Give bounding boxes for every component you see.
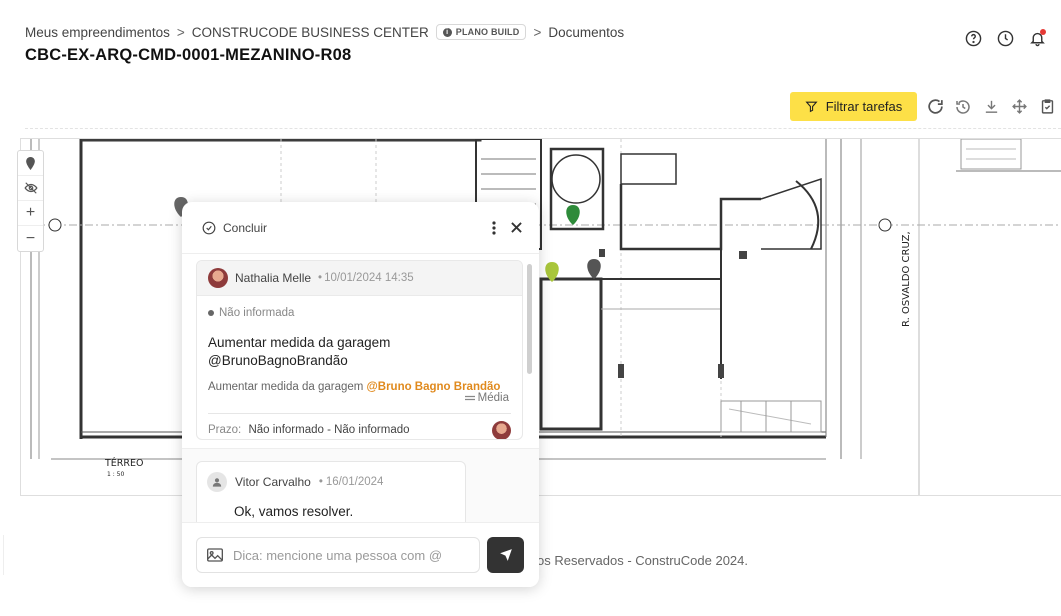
filter-tasks-button[interactable]: Filtrar tarefas [790, 92, 917, 121]
breadcrumb-item-empreendimentos[interactable]: Meus empreendimentos [25, 25, 170, 40]
eye-off-icon[interactable] [18, 176, 43, 201]
close-icon[interactable] [507, 219, 525, 237]
floor-plan-viewer[interactable]: R. OSVALDO CRUZ, TÉRREO 1 : 50 [20, 138, 1061, 496]
pin-icon[interactable] [18, 151, 43, 176]
comment-author-row: Vitor Carvalho • 16/01/2024 [207, 472, 465, 492]
task-divider [208, 413, 511, 414]
task-date: 10/01/2024 14:35 [324, 272, 414, 284]
comments-area: Vitor Carvalho • 16/01/2024 Ok, vamos re… [182, 448, 539, 531]
comment-text: Ok, vamos resolver. [234, 504, 354, 519]
avatar [208, 268, 228, 288]
send-icon [499, 549, 512, 561]
comment-author: Vitor Carvalho [235, 475, 311, 489]
info-icon: i [442, 27, 452, 37]
comment-input-box [196, 537, 480, 573]
task-panel-header: Concluir [182, 202, 539, 254]
comment-date: 16/01/2024 [325, 476, 384, 488]
scale-label: 1 : 50 [107, 471, 124, 478]
task-title-line1: Aumentar medida da garagem [208, 335, 391, 350]
task-scrollbar[interactable] [527, 264, 532, 374]
send-button[interactable] [487, 537, 524, 573]
check-circle-icon [202, 221, 216, 234]
footer-copyright: os Reservados - ConstruCode 2024. [537, 553, 749, 568]
conclude-button[interactable]: Concluir [202, 221, 267, 235]
document-toolbar: Filtrar tarefas [790, 92, 1061, 121]
deadline-value: Não informado - Não informado [248, 424, 410, 436]
task-title-line2: @BrunoBagnoBrandão [208, 353, 348, 368]
divider [25, 128, 1061, 129]
help-icon[interactable] [963, 28, 983, 48]
download-icon[interactable] [981, 96, 1001, 118]
plan-badge: i PLANO BUILD [435, 24, 527, 40]
comment-card: Vitor Carvalho • 16/01/2024 Ok, vamos re… [196, 461, 466, 531]
comment-composer [182, 522, 539, 587]
floor-label: TÉRREO [104, 457, 144, 469]
breadcrumb-separator: > [533, 24, 542, 40]
comment-input[interactable] [233, 547, 473, 563]
breadcrumb: Meus empreendimentos > CONSTRUCODE BUSIN… [25, 24, 624, 40]
history-icon[interactable] [953, 96, 973, 118]
image-icon[interactable] [207, 548, 223, 562]
street-label: R. OSVALDO CRUZ, [901, 231, 912, 327]
conclude-label: Concluir [223, 220, 268, 235]
bell-icon[interactable] [1027, 28, 1047, 48]
assignee-avatar[interactable] [492, 421, 511, 439]
minus-icon[interactable]: − [18, 226, 43, 251]
viewer-side-tools: + − [17, 150, 44, 252]
task-description-text: Aumentar medida da garagem [208, 381, 364, 393]
task-status: Não informada [208, 307, 522, 319]
redo-icon[interactable] [925, 96, 945, 118]
task-deadline: Prazo: Não informado - Não informado [208, 424, 410, 436]
move-icon[interactable] [1009, 96, 1029, 118]
comment-date-separator: • [318, 476, 323, 488]
filter-icon [805, 101, 818, 113]
breadcrumb-item-documentos[interactable]: Documentos [548, 25, 624, 40]
task-priority: Média [464, 392, 509, 404]
task-priority-label: Média [477, 392, 509, 404]
breadcrumb-item-project[interactable]: CONSTRUCODE BUSINESS CENTER [192, 25, 429, 40]
task-date-separator: • [318, 272, 323, 284]
task-panel: Concluir Nathalia Melle • 10/01/2024 14:… [182, 202, 539, 587]
filter-tasks-label: Filtrar tarefas [825, 99, 903, 114]
task-author: Nathalia Melle [235, 271, 312, 285]
plan-badge-label: PLANO BUILD [455, 27, 520, 37]
task-card: Nathalia Melle • 10/01/2024 14:35 Não in… [196, 260, 523, 440]
task-author-row: Nathalia Melle • 10/01/2024 14:35 [197, 261, 522, 296]
notification-badge [1040, 29, 1046, 35]
page-title: CBC-EX-ARQ-CMD-0001-MEZANINO-R08 [25, 46, 352, 64]
task-pin-green[interactable] [566, 205, 580, 225]
task-pin-dark[interactable] [587, 259, 601, 279]
breadcrumb-separator: > [176, 24, 185, 40]
floor-plan-drawing: R. OSVALDO CRUZ, TÉRREO 1 : 50 [21, 139, 1061, 495]
task-status-label: Não informada [219, 307, 295, 319]
more-options-icon[interactable] [485, 219, 503, 237]
user-icon [207, 472, 227, 492]
task-title: Aumentar medida da garagem @BrunoBagnoBr… [208, 334, 511, 370]
clock-icon[interactable] [995, 28, 1015, 48]
status-dot-icon [208, 310, 214, 316]
left-edge [0, 535, 4, 575]
header-icons [963, 28, 1047, 48]
clipboard-check-icon[interactable] [1037, 96, 1057, 118]
deadline-label: Prazo: [208, 424, 242, 436]
plus-icon[interactable]: + [18, 201, 43, 226]
priority-medium-icon [464, 395, 475, 401]
